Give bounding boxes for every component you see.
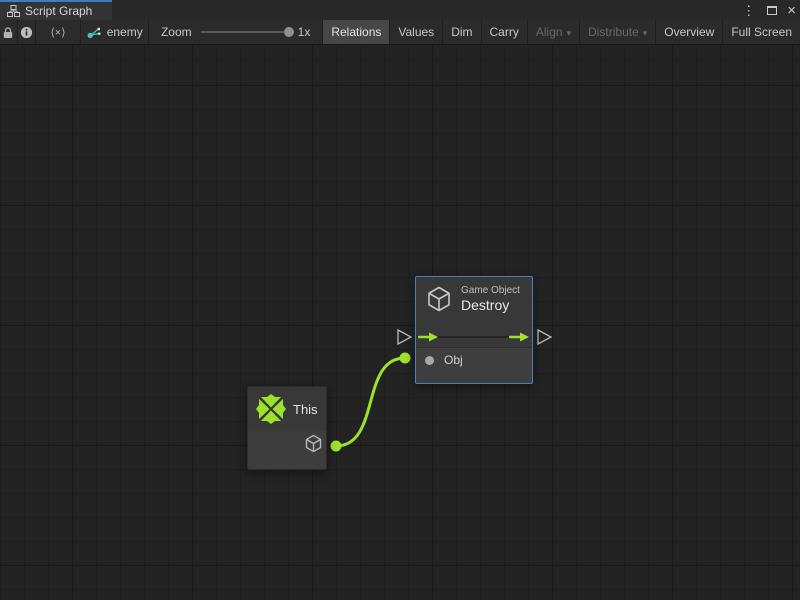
node-this-header: This bbox=[248, 387, 326, 424]
distribute-dropdown[interactable]: Distribute ▾ bbox=[579, 20, 655, 44]
carry-button[interactable]: Carry bbox=[481, 20, 527, 44]
chevron-down-icon: ▾ bbox=[567, 28, 572, 39]
cube-icon bbox=[424, 284, 454, 314]
relation-line bbox=[437, 336, 512, 338]
script-graph-icon bbox=[7, 5, 20, 17]
zoom-slider-handle[interactable] bbox=[284, 27, 294, 37]
align-dropdown[interactable]: Align ▾ bbox=[527, 20, 579, 44]
graph-node-icon bbox=[87, 26, 101, 39]
node-destroy-header: Game Object Destroy bbox=[416, 277, 532, 314]
relations-button[interactable]: Relations bbox=[322, 20, 389, 44]
flow-ports-row bbox=[416, 329, 532, 345]
code-view-icon: ⟨×⟩ bbox=[51, 26, 66, 39]
lock-button[interactable] bbox=[0, 20, 18, 44]
connection-start-dot[interactable] bbox=[331, 441, 342, 452]
node-title: This bbox=[293, 401, 318, 418]
window-titlebar: Script Graph ⋮ × bbox=[0, 0, 800, 20]
node-destroy[interactable]: Game Object Destroy Obj bbox=[415, 276, 533, 384]
flow-output-triangle-icon[interactable] bbox=[538, 330, 551, 344]
window-menu-icon[interactable]: ⋮ bbox=[740, 4, 757, 17]
obj-input-port[interactable]: Obj bbox=[416, 351, 532, 369]
port-label: Obj bbox=[444, 353, 463, 367]
lock-icon bbox=[2, 26, 14, 39]
toolbar-buttons: Relations Values Dim Carry Align ▾ Distr… bbox=[322, 20, 800, 44]
connection-wire[interactable] bbox=[336, 358, 405, 446]
zoom-slider[interactable] bbox=[201, 31, 289, 33]
graph-breadcrumb[interactable]: enemy bbox=[81, 20, 149, 44]
node-title: Destroy bbox=[461, 297, 520, 314]
dim-button[interactable]: Dim bbox=[442, 20, 480, 44]
tab-script-graph[interactable]: Script Graph bbox=[0, 0, 112, 20]
values-button[interactable]: Values bbox=[389, 20, 442, 44]
info-button[interactable] bbox=[18, 20, 36, 44]
fullscreen-button[interactable]: Full Screen bbox=[722, 20, 800, 44]
zoom-value: 1x bbox=[298, 25, 311, 39]
chevron-down-icon: ▾ bbox=[643, 28, 648, 39]
connections-layer bbox=[0, 45, 800, 599]
flow-input-triangle-icon[interactable] bbox=[398, 330, 411, 344]
close-icon[interactable]: × bbox=[787, 3, 796, 18]
graph-canvas[interactable]: Game Object Destroy Obj bbox=[0, 45, 800, 599]
zoom-label: Zoom bbox=[161, 25, 192, 39]
flow-input-arrow-icon[interactable] bbox=[418, 333, 438, 342]
gameobject-output-port[interactable] bbox=[303, 433, 324, 454]
this-arrows-icon bbox=[256, 394, 286, 424]
graph-toolbar: ⟨×⟩ enemy Zoom 1x Relations Values Dim bbox=[0, 20, 800, 45]
info-icon bbox=[20, 26, 33, 39]
overview-button[interactable]: Overview bbox=[655, 20, 722, 44]
maximize-icon[interactable] bbox=[767, 6, 777, 15]
node-subtitle: Game Object bbox=[461, 284, 520, 297]
port-dot[interactable] bbox=[425, 356, 434, 365]
graph-name-label: enemy bbox=[107, 25, 143, 39]
zoom-control: Zoom 1x bbox=[149, 20, 322, 44]
flow-output-arrow-icon[interactable] bbox=[509, 333, 529, 342]
node-this[interactable]: This bbox=[247, 386, 327, 470]
tab-label: Script Graph bbox=[25, 4, 92, 18]
connection-end-dot[interactable] bbox=[400, 353, 411, 364]
code-view-button[interactable]: ⟨×⟩ bbox=[36, 20, 82, 44]
